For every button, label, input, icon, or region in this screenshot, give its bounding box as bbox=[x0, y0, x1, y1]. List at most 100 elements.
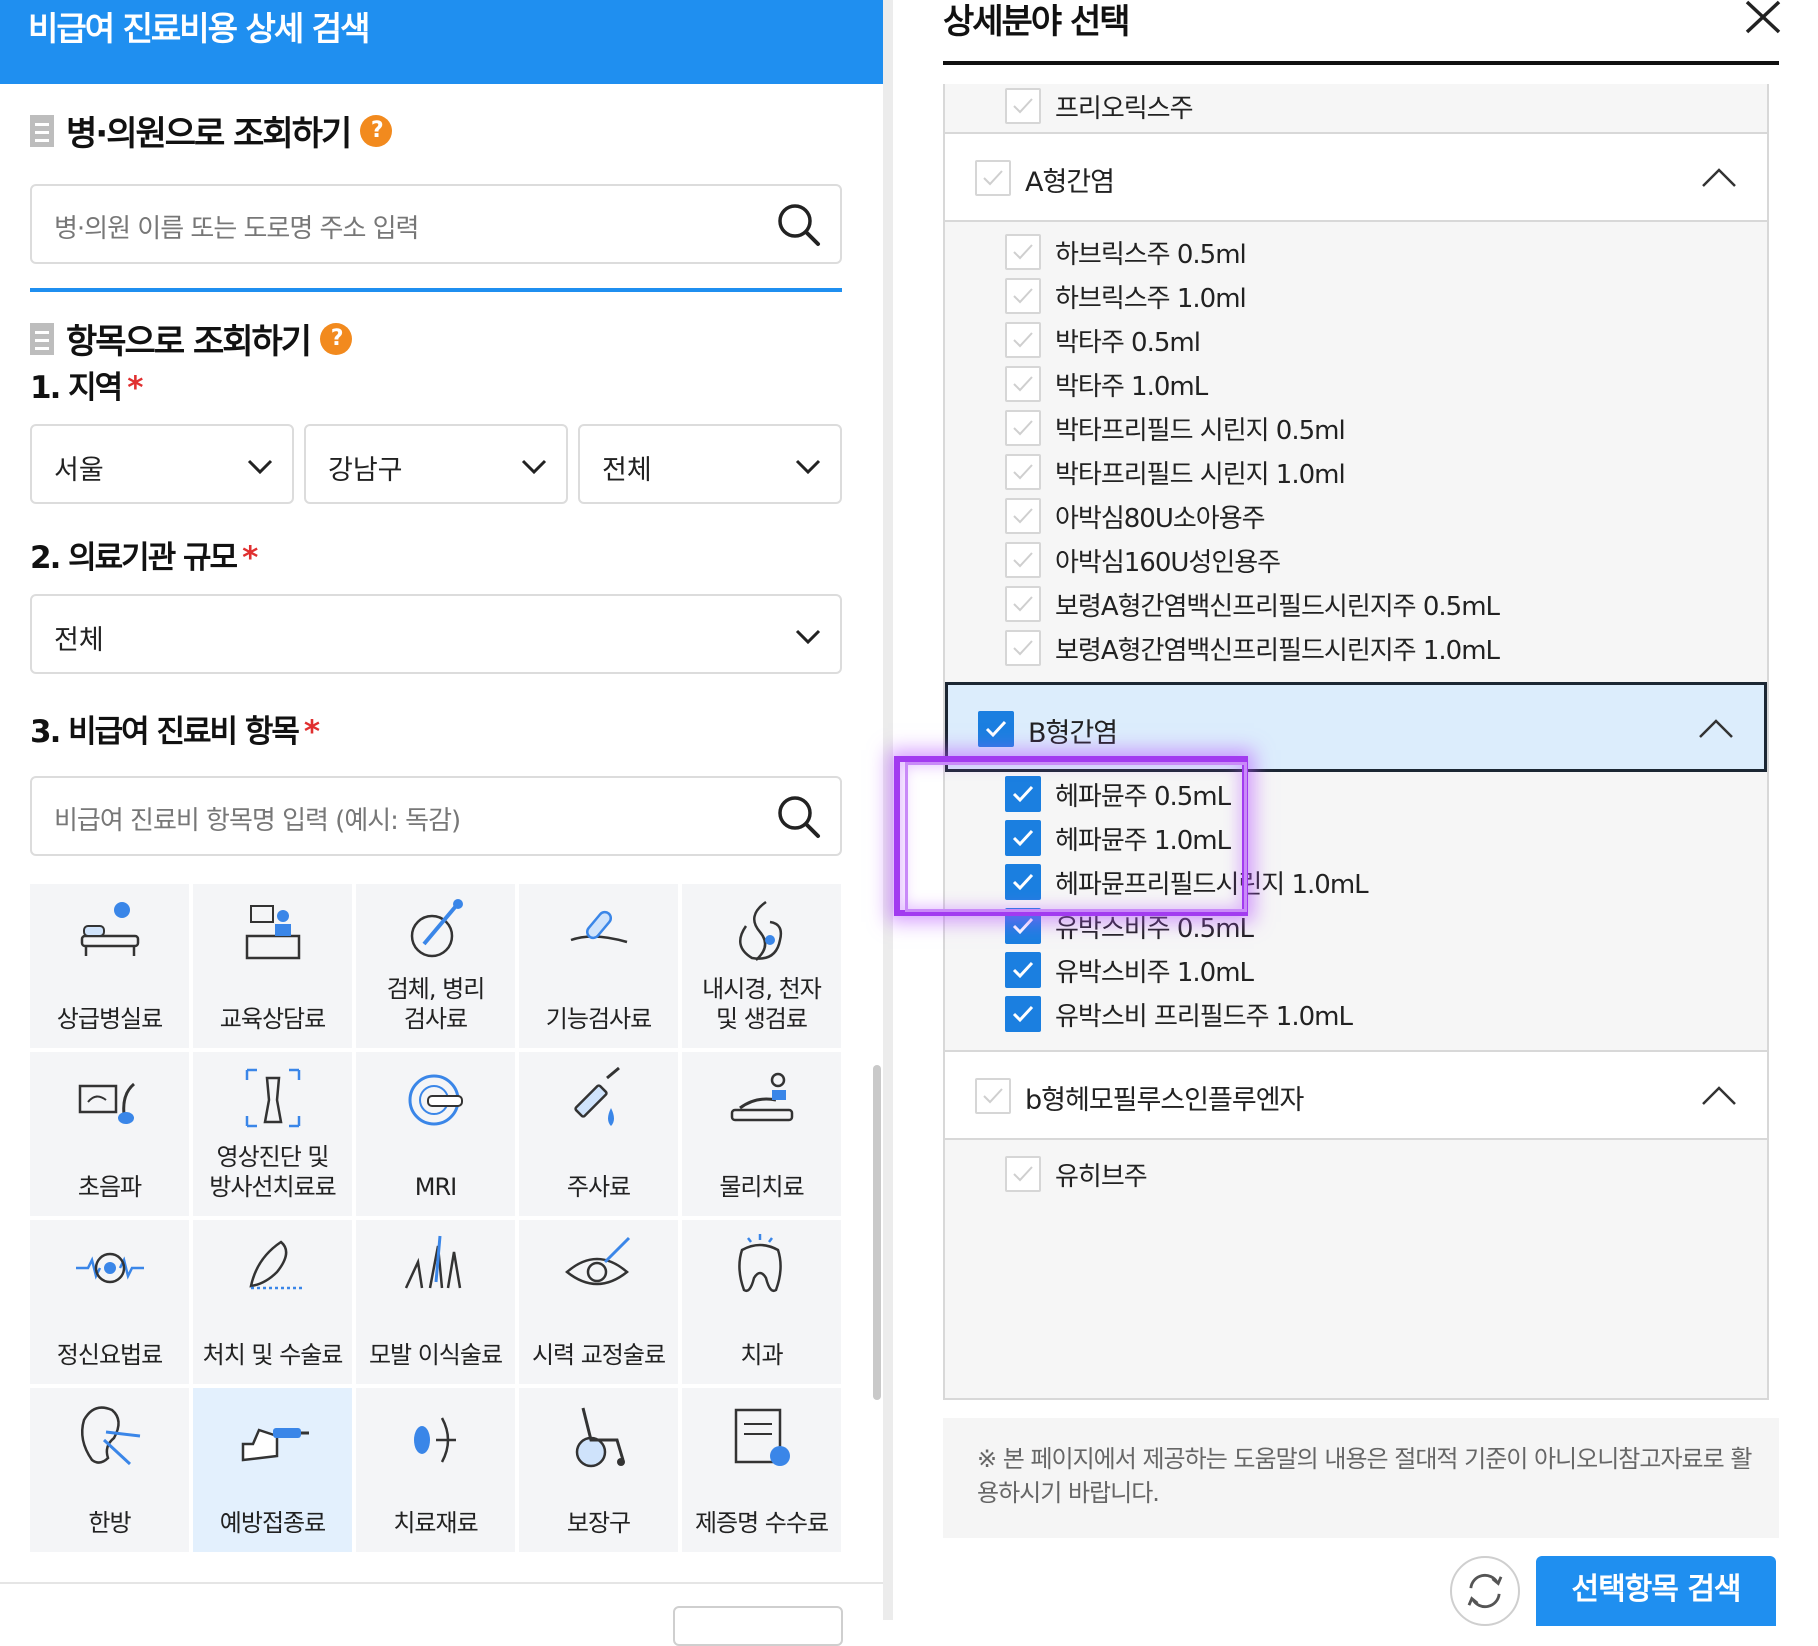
detail-list-item[interactable]: 박타주 0.5ml bbox=[1005, 318, 1201, 362]
search-selected-button[interactable]: 선택항목 검색 bbox=[1536, 1556, 1776, 1626]
region-district-select[interactable]: 강남구 bbox=[304, 424, 568, 504]
detail-list-item[interactable]: 헤파뮨주 0.5mL bbox=[1005, 772, 1231, 816]
scale-select[interactable]: 전체 bbox=[30, 594, 842, 674]
checkbox[interactable] bbox=[1005, 366, 1041, 402]
detail-list-item[interactable]: 유박스비주 1.0mL bbox=[1005, 948, 1254, 992]
detail-item-label: 보령A형간염백신프리필드시린지주 0.5mL bbox=[1055, 591, 1500, 622]
detail-list-item[interactable]: 박타프리필드 시린지 1.0ml bbox=[1005, 450, 1346, 494]
search-icon[interactable] bbox=[776, 794, 822, 840]
category-row[interactable]: b형헤모필루스인플루엔자 bbox=[945, 1050, 1767, 1140]
item-search-title: 항목으로 조회하기 bbox=[66, 322, 312, 362]
checkbox[interactable] bbox=[1005, 864, 1041, 900]
checkbox[interactable] bbox=[1005, 952, 1041, 988]
detail-item-label: 헤파뮨주 0.5mL bbox=[1055, 781, 1231, 812]
category-tile[interactable]: 기능검사료 bbox=[519, 884, 678, 1048]
detail-list-item[interactable]: 박타프리필드 시린지 0.5ml bbox=[1005, 406, 1346, 450]
category-label: 처치 및 수술료 bbox=[202, 1341, 344, 1369]
detail-list-item[interactable]: 유박스비주 0.5mL bbox=[1005, 904, 1254, 948]
category-tile[interactable]: 시력 교정술료 bbox=[519, 1220, 678, 1384]
help-icon[interactable]: ? bbox=[320, 322, 353, 355]
category-grid: 상급병실료 교육상담료 검체, 병리 검사료 기능검사료 내시경, 천자 및 생검료초음… bbox=[30, 884, 842, 1554]
scale-label: 2. 의료기관 규모 * bbox=[30, 532, 258, 577]
search-panel: 비급여 진료비용 상세 검색 병·의원으로 조회하기 ? 병·의원 이름 또는 … bbox=[0, 0, 883, 1646]
close-icon[interactable] bbox=[1743, 0, 1783, 34]
checkbox[interactable] bbox=[1005, 88, 1041, 124]
checkbox[interactable] bbox=[1005, 996, 1041, 1032]
list-scrollbar[interactable] bbox=[873, 1065, 881, 1400]
refresh-icon bbox=[1467, 1573, 1503, 1609]
detail-list-item[interactable]: 아박심80U소아용주 bbox=[1005, 494, 1266, 538]
detail-list-item[interactable]: 보령A형간염백신프리필드시린지주 1.0mL bbox=[1005, 626, 1500, 670]
hospital-search-input[interactable]: 병·의원 이름 또는 도로명 주소 입력 bbox=[30, 184, 842, 264]
reset-button[interactable] bbox=[1450, 1556, 1520, 1626]
category-label: 초음파 bbox=[77, 1173, 142, 1201]
chevron-up-icon[interactable] bbox=[1701, 166, 1737, 188]
category-tile[interactable]: 내시경, 천자 및 생검료 bbox=[682, 884, 841, 1048]
category-row[interactable]: A형간염 bbox=[945, 132, 1767, 222]
checkbox[interactable] bbox=[1005, 586, 1041, 622]
category-tile[interactable]: 물리치료 bbox=[682, 1052, 841, 1216]
footer-button[interactable] bbox=[673, 1606, 843, 1646]
category-tile[interactable]: 예방접종료 bbox=[193, 1388, 352, 1552]
chevron-up-icon[interactable] bbox=[1701, 1084, 1737, 1106]
category-tile[interactable]: 처치 및 수술료 bbox=[193, 1220, 352, 1384]
category-tile[interactable]: 정신요법료 bbox=[30, 1220, 189, 1384]
category-tile[interactable]: 보장구 bbox=[519, 1388, 678, 1552]
detail-list-item[interactable]: 아박심160U성인용주 bbox=[1005, 538, 1281, 582]
category-tile[interactable]: 검체, 병리 검사료 bbox=[356, 884, 515, 1048]
category-tile[interactable]: 모발 이식술료 bbox=[356, 1220, 515, 1384]
category-label: 검체, 병리 검사료 bbox=[386, 975, 486, 1033]
chevron-down-icon bbox=[247, 459, 273, 475]
search-icon[interactable] bbox=[776, 202, 822, 248]
category-tile[interactable]: 한방 bbox=[30, 1388, 189, 1552]
detail-list-item[interactable]: 프리오릭스주 bbox=[1005, 84, 1194, 128]
checkbox[interactable] bbox=[1005, 234, 1041, 270]
category-tile[interactable]: 주사료 bbox=[519, 1052, 678, 1216]
category-tile[interactable]: 초음파 bbox=[30, 1052, 189, 1216]
hair-transplant-icon bbox=[404, 1235, 462, 1289]
checkbox[interactable] bbox=[975, 1078, 1011, 1114]
detail-list-item[interactable]: 헤파뮨주 1.0mL bbox=[1005, 816, 1231, 860]
checkbox[interactable] bbox=[1005, 322, 1041, 358]
checkbox[interactable] bbox=[978, 711, 1014, 747]
category-tile[interactable]: 치과 bbox=[682, 1220, 841, 1384]
mri-icon bbox=[408, 1074, 463, 1126]
item-label-text: 3. 비급여 진료비 항목 bbox=[30, 714, 300, 750]
detail-list-item[interactable]: 하브릭스주 1.0ml bbox=[1005, 274, 1247, 318]
detail-list-item[interactable]: 하브릭스주 0.5ml bbox=[1005, 230, 1247, 274]
hospital-bed-icon bbox=[80, 902, 140, 956]
chevron-up-icon[interactable] bbox=[1698, 717, 1734, 739]
item-search-input[interactable]: 비급여 진료비 항목명 입력 (예시: 독감) bbox=[30, 776, 842, 856]
checkbox[interactable] bbox=[1005, 410, 1041, 446]
category-row[interactable]: B형간염 bbox=[945, 682, 1767, 772]
checkbox[interactable] bbox=[1005, 630, 1041, 666]
category-tile[interactable]: 영상진단 및 방사선치료료 bbox=[193, 1052, 352, 1216]
document-icon bbox=[30, 322, 54, 355]
category-label: 치료재료 bbox=[393, 1509, 478, 1537]
checkbox[interactable] bbox=[1005, 454, 1041, 490]
category-tile[interactable]: 상급병실료 bbox=[30, 884, 189, 1048]
detail-list-item[interactable]: 박타주 1.0mL bbox=[1005, 362, 1208, 406]
checkbox[interactable] bbox=[1005, 542, 1041, 578]
checkbox[interactable] bbox=[1005, 776, 1041, 812]
category-tile[interactable]: 제증명 수수료 bbox=[682, 1388, 841, 1552]
help-icon[interactable]: ? bbox=[360, 114, 393, 147]
checkbox[interactable] bbox=[975, 160, 1011, 196]
category-tile[interactable]: 교육상담료 bbox=[193, 884, 352, 1048]
detail-list-item[interactable]: 보령A형간염백신프리필드시린지주 0.5mL bbox=[1005, 582, 1500, 626]
detail-list: 프리오릭스주 A형간염하브릭스주 0.5ml 하브릭스주 1.0ml 박타주 0.5m… bbox=[943, 84, 1769, 1400]
checkbox[interactable] bbox=[1005, 498, 1041, 534]
checkbox[interactable] bbox=[1005, 908, 1041, 944]
detail-item-label: 하브릭스주 0.5ml bbox=[1055, 239, 1247, 270]
region-city-select[interactable]: 서울 bbox=[30, 424, 294, 504]
detail-list-item[interactable]: 유히브주 bbox=[1005, 1152, 1148, 1196]
category-tile[interactable]: 치료재료 bbox=[356, 1388, 515, 1552]
detail-list-item[interactable]: 유박스비 프리필드주 1.0mL bbox=[1005, 992, 1353, 1036]
category-row-label: b형헤모필루스인플루엔자 bbox=[1025, 1085, 1304, 1116]
category-tile[interactable]: MRI bbox=[356, 1052, 515, 1216]
detail-list-item[interactable]: 헤파뮨프리필드시린지 1.0mL bbox=[1005, 860, 1369, 904]
checkbox[interactable] bbox=[1005, 278, 1041, 314]
region-dong-select[interactable]: 전체 bbox=[578, 424, 842, 504]
checkbox[interactable] bbox=[1005, 1156, 1041, 1192]
checkbox[interactable] bbox=[1005, 820, 1041, 856]
